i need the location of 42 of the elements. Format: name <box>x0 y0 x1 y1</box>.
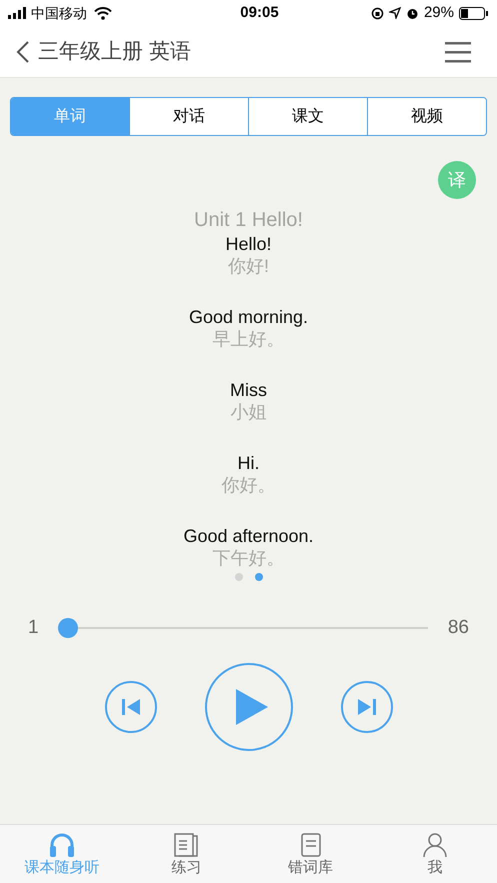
page-title: 三年级上册 英语 <box>38 38 192 65</box>
carrier-name: 中国移动 <box>31 4 87 22</box>
tab-bar-item[interactable]: 我 <box>372 825 497 883</box>
clock: 09:05 <box>239 2 280 23</box>
next-button[interactable] <box>340 681 392 733</box>
headphones-icon <box>48 832 76 858</box>
chinese-line: 你好。 <box>222 474 276 496</box>
location-icon <box>388 7 401 19</box>
skip-forward-icon <box>356 697 376 717</box>
skip-back-icon <box>120 697 140 717</box>
tab[interactable]: 课文 <box>248 98 367 135</box>
play-button[interactable] <box>204 663 292 751</box>
previous-button[interactable] <box>104 681 156 733</box>
tab-bar-item[interactable]: 练习 <box>124 825 248 883</box>
english-line: Good morning. <box>188 306 308 328</box>
person-icon <box>420 832 449 858</box>
battery-percent: 29% <box>424 2 454 23</box>
progress-thumb[interactable] <box>58 618 78 638</box>
signal-icon <box>8 7 28 19</box>
total-count: 86 <box>448 616 469 640</box>
play-icon <box>234 687 270 727</box>
chinese-line: 小姐 <box>230 401 266 423</box>
chinese-line: 早上好。 <box>212 328 284 350</box>
menu-icon[interactable] <box>445 40 471 62</box>
chinese-line: 下午好。 <box>212 547 284 569</box>
english-line: Hello! <box>225 233 272 255</box>
tab[interactable]: 视频 <box>367 98 486 135</box>
back-icon[interactable] <box>16 40 30 64</box>
battery-icon <box>459 6 489 20</box>
tab[interactable]: 对话 <box>129 98 248 135</box>
alarm-icon <box>406 6 419 20</box>
rotation-lock-icon <box>370 6 384 20</box>
lesson-title: Unit 1 Hello! <box>194 209 303 233</box>
wifi-icon <box>94 6 112 20</box>
current-position: 1 <box>28 616 40 640</box>
english-line: Hi. <box>238 452 260 474</box>
chinese-line: 你好! <box>228 255 269 277</box>
book-icon <box>172 832 200 858</box>
tab[interactable]: 单词 <box>11 98 129 135</box>
english-line: Miss <box>230 379 267 401</box>
english-line: Good afternoon. <box>183 525 314 547</box>
tab-bar-item[interactable]: 错词库 <box>248 825 373 883</box>
